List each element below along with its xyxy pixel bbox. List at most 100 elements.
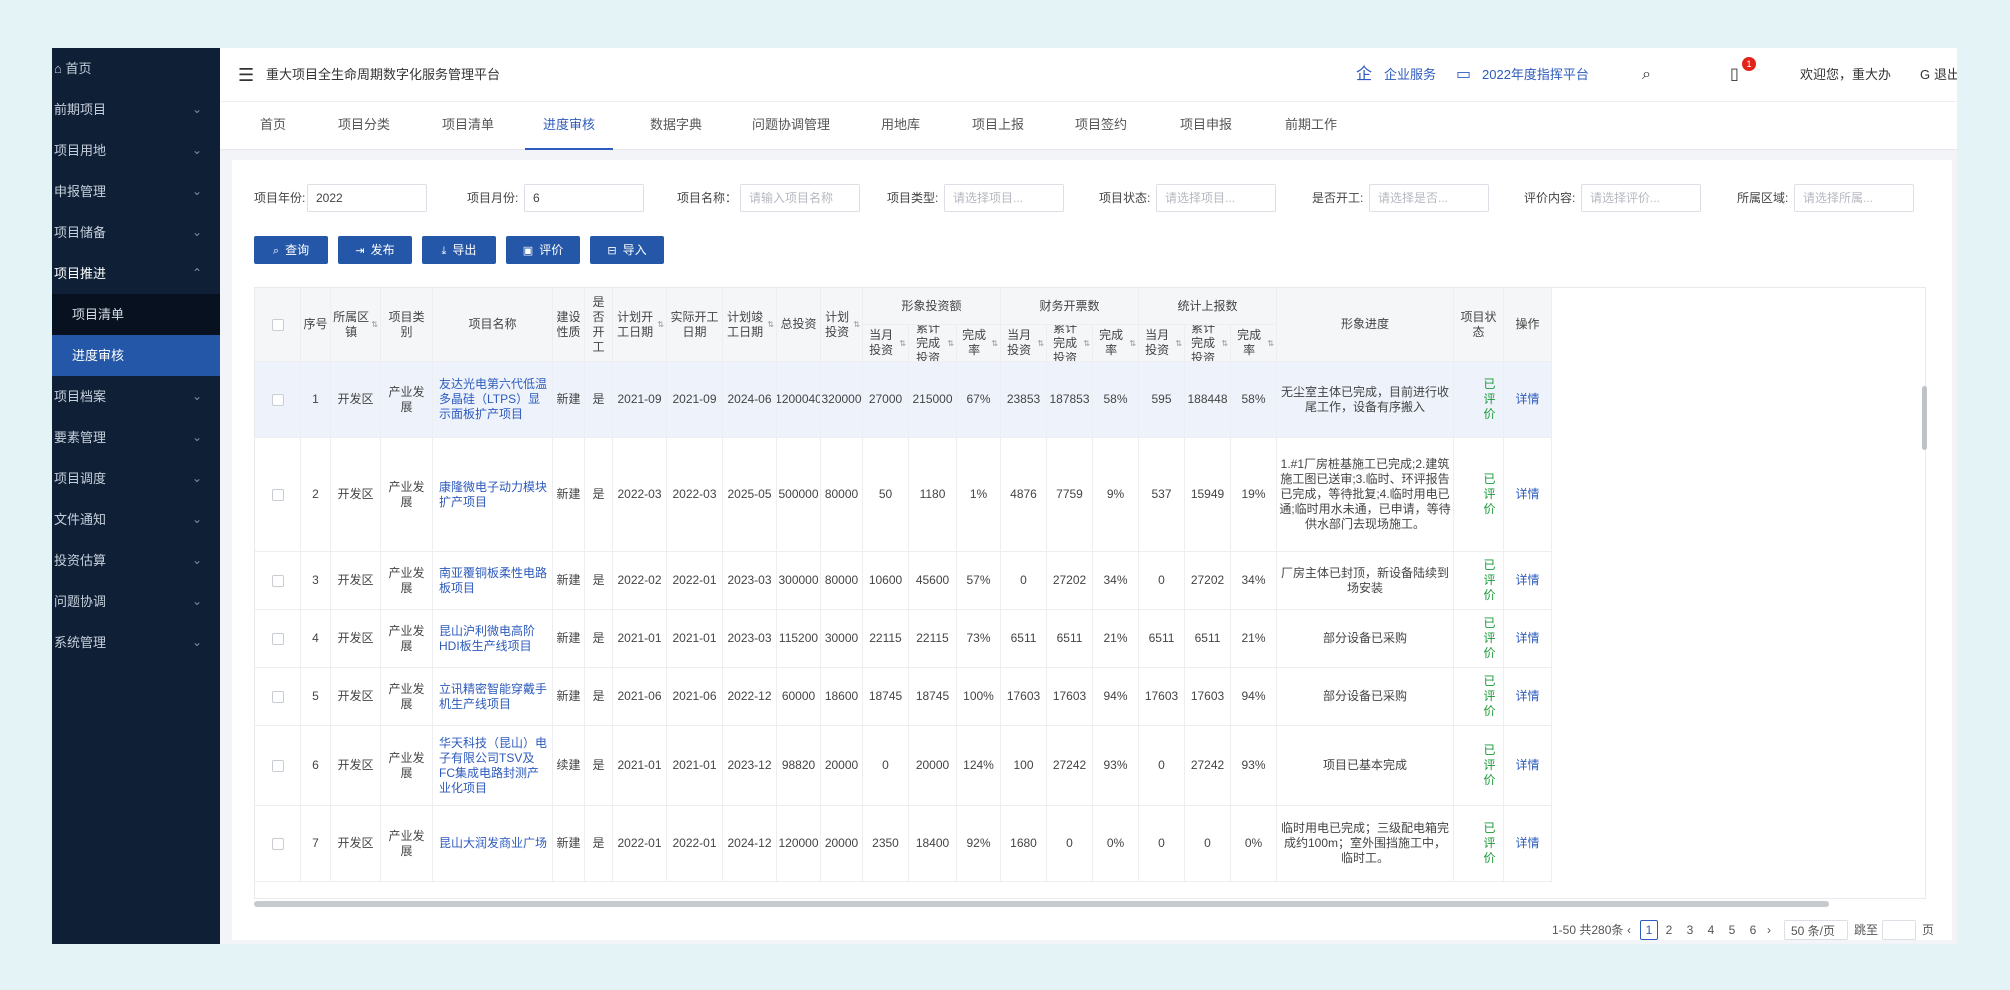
detail-link[interactable]: 详情 xyxy=(1504,806,1552,882)
header-b-cum[interactable]: 累计完成投资 ⇅ xyxy=(1047,325,1093,362)
next-page-button[interactable]: › xyxy=(1767,920,1771,940)
project-name-link[interactable]: 康隆微电子动力模块扩产项目 xyxy=(433,438,553,552)
tab-project-signing[interactable]: 项目签约 xyxy=(1075,102,1127,150)
sort-icon[interactable]: ⇅ xyxy=(1175,336,1182,351)
page-4[interactable]: 4 xyxy=(1702,920,1720,940)
tab-project-category[interactable]: 项目分类 xyxy=(338,102,390,150)
month-select[interactable]: 6 xyxy=(524,184,644,212)
detail-link[interactable]: 详情 xyxy=(1504,438,1552,552)
project-status-select[interactable]: 请选择项目... xyxy=(1156,184,1276,212)
detail-link[interactable]: 详情 xyxy=(1504,552,1552,610)
menu-toggle-icon[interactable]: ☰ xyxy=(238,48,254,102)
tab-dictionary[interactable]: 数据字典 xyxy=(650,102,702,150)
tab-project-list[interactable]: 项目清单 xyxy=(442,102,494,150)
sidebar-item-project-list[interactable]: 项目清单 xyxy=(52,294,220,335)
search-icon[interactable]: ⌕ xyxy=(1642,48,1651,102)
logout-icon[interactable]: G xyxy=(1920,48,1930,102)
header-plan-invest[interactable]: 计划投资 ⇅ xyxy=(821,288,863,362)
tab-land-bank[interactable]: 用地库 xyxy=(881,102,920,150)
project-type-select[interactable]: 请选择项目... xyxy=(944,184,1064,212)
prev-page-button[interactable]: ‹ xyxy=(1627,920,1631,940)
tab-home[interactable]: 首页 xyxy=(260,102,286,150)
header-a-cum[interactable]: 累计完成投资 ⇅ xyxy=(909,325,957,362)
goto-page-input[interactable] xyxy=(1882,920,1916,940)
tab-project-report[interactable]: 项目上报 xyxy=(972,102,1024,150)
row-checkbox[interactable] xyxy=(271,393,284,406)
query-button[interactable]: ⌕ 查询 xyxy=(254,236,328,264)
sidebar-item-progress-review[interactable]: 进度审核 xyxy=(52,335,220,376)
detail-link[interactable]: 详情 xyxy=(1504,668,1552,726)
sort-icon[interactable]: ⇅ xyxy=(1221,336,1228,351)
sort-icon[interactable]: ⇅ xyxy=(899,336,906,351)
header-b-rate[interactable]: 完成率 ⇅ xyxy=(1093,325,1139,362)
header-c-cum[interactable]: 累计完成投资 ⇅ xyxy=(1185,325,1231,362)
region-select[interactable]: 请选择所属... xyxy=(1794,184,1914,212)
header-c-rate[interactable]: 完成率 ⇅ xyxy=(1231,325,1277,362)
screen-icon[interactable]: ▭ xyxy=(1456,48,1471,102)
publish-button[interactable]: ⇥ 发布 xyxy=(338,236,412,264)
tab-project-application[interactable]: 项目申报 xyxy=(1180,102,1232,150)
sort-icon[interactable]: ⇅ xyxy=(1129,336,1136,351)
project-name-link[interactable]: 华天科技（昆山）电子有限公司TSV及FC集成电路封测产业化项目 xyxy=(433,726,553,806)
detail-link[interactable]: 详情 xyxy=(1504,726,1552,806)
detail-link[interactable]: 详情 xyxy=(1504,610,1552,668)
sort-icon[interactable]: ⇅ xyxy=(853,317,860,332)
tab-progress-review[interactable]: 进度审核 xyxy=(525,102,614,150)
sort-icon[interactable]: ⇅ xyxy=(657,317,664,332)
detail-link[interactable]: 详情 xyxy=(1504,362,1552,438)
page-5[interactable]: 5 xyxy=(1723,920,1741,940)
header-a-month[interactable]: 当月投资 ⇅ xyxy=(863,325,909,362)
page-size-select[interactable]: 50 条/页 xyxy=(1784,920,1848,940)
row-checkbox[interactable] xyxy=(271,632,284,645)
project-name-input[interactable]: 请输入项目名称 xyxy=(740,184,860,212)
sidebar-item-archive[interactable]: 项目档案 ⌄ xyxy=(52,376,220,417)
tab-issue-coordination[interactable]: 问题协调管理 xyxy=(752,102,830,150)
sort-icon[interactable]: ⇅ xyxy=(1037,336,1044,351)
project-name-link[interactable]: 友达光电第六代低温多晶硅（LTPS）显示面板扩产项目 xyxy=(433,362,553,438)
export-button[interactable]: ⤓ 导出 xyxy=(422,236,496,264)
sidebar-item-elements[interactable]: 要素管理 ⌄ xyxy=(52,417,220,458)
import-button[interactable]: ⊟ 导入 xyxy=(590,236,664,264)
project-name-link[interactable]: 立讯精密智能穿戴手机生产线项目 xyxy=(433,668,553,726)
sidebar-item-dispatch[interactable]: 项目调度 ⌄ xyxy=(52,458,220,499)
row-checkbox[interactable] xyxy=(271,759,284,772)
sort-icon[interactable]: ⇅ xyxy=(371,317,378,332)
sort-icon[interactable]: ⇅ xyxy=(1083,336,1090,351)
sidebar-item-reserve[interactable]: 项目储备 ⌄ xyxy=(52,212,220,253)
header-c-month[interactable]: 当月投资 ⇅ xyxy=(1139,325,1185,362)
logout-link[interactable]: 退出登录 xyxy=(1934,48,1957,102)
project-name-link[interactable]: 昆山大润发商业广场 xyxy=(433,806,553,882)
header-b-month[interactable]: 当月投资 ⇅ xyxy=(1001,325,1047,362)
sidebar-item-coordination[interactable]: 问题协调 ⌄ xyxy=(52,581,220,622)
enterprise-icon[interactable]: 企 xyxy=(1356,48,1372,102)
sort-icon[interactable]: ⇅ xyxy=(1267,336,1274,351)
row-checkbox[interactable] xyxy=(271,837,284,850)
page-2[interactable]: 2 xyxy=(1660,920,1678,940)
sidebar-item-system[interactable]: 系统管理 ⌄ xyxy=(52,622,220,663)
sidebar-item-land[interactable]: 项目用地 ⌄ xyxy=(52,130,220,171)
sidebar-item-notices[interactable]: 文件通知 ⌄ xyxy=(52,499,220,540)
sort-icon[interactable]: ⇅ xyxy=(947,336,954,351)
started-select[interactable]: 请选择是否... xyxy=(1369,184,1489,212)
sidebar-item-application[interactable]: 申报管理 ⌄ xyxy=(52,171,220,212)
horizontal-scrollbar[interactable] xyxy=(254,901,1829,907)
sidebar-item-preliminary[interactable]: 前期项目 ⌄ xyxy=(52,89,220,130)
page-1[interactable]: 1 xyxy=(1640,920,1658,940)
sidebar-item-promotion[interactable]: 项目推进 ⌃ xyxy=(52,253,220,294)
header-plan-start[interactable]: 计划开工日期 ⇅ xyxy=(613,288,667,362)
bell-icon[interactable]: ▯ xyxy=(1730,48,1739,102)
sidebar-item-home[interactable]: ⌂ 首页 xyxy=(52,48,220,89)
vertical-scrollbar[interactable] xyxy=(1922,386,1927,450)
header-plan-end[interactable]: 计划竣工日期 ⇅ xyxy=(723,288,777,362)
evaluate-button[interactable]: ▣ 评价 xyxy=(506,236,580,264)
year-select[interactable]: 2022 xyxy=(307,184,427,212)
sidebar-item-estimate[interactable]: 投资估算 ⌄ xyxy=(52,540,220,581)
select-all-checkbox[interactable] xyxy=(271,318,284,331)
row-checkbox[interactable] xyxy=(271,488,284,501)
sort-icon[interactable]: ⇅ xyxy=(991,336,998,351)
eval-select[interactable]: 请选择评价... xyxy=(1581,184,1701,212)
row-checkbox[interactable] xyxy=(271,574,284,587)
enterprise-service-link[interactable]: 企业服务 xyxy=(1384,48,1436,102)
platform-entry-link[interactable]: 2022年度指挥平台 xyxy=(1482,48,1589,102)
page-6[interactable]: 6 xyxy=(1744,920,1762,940)
